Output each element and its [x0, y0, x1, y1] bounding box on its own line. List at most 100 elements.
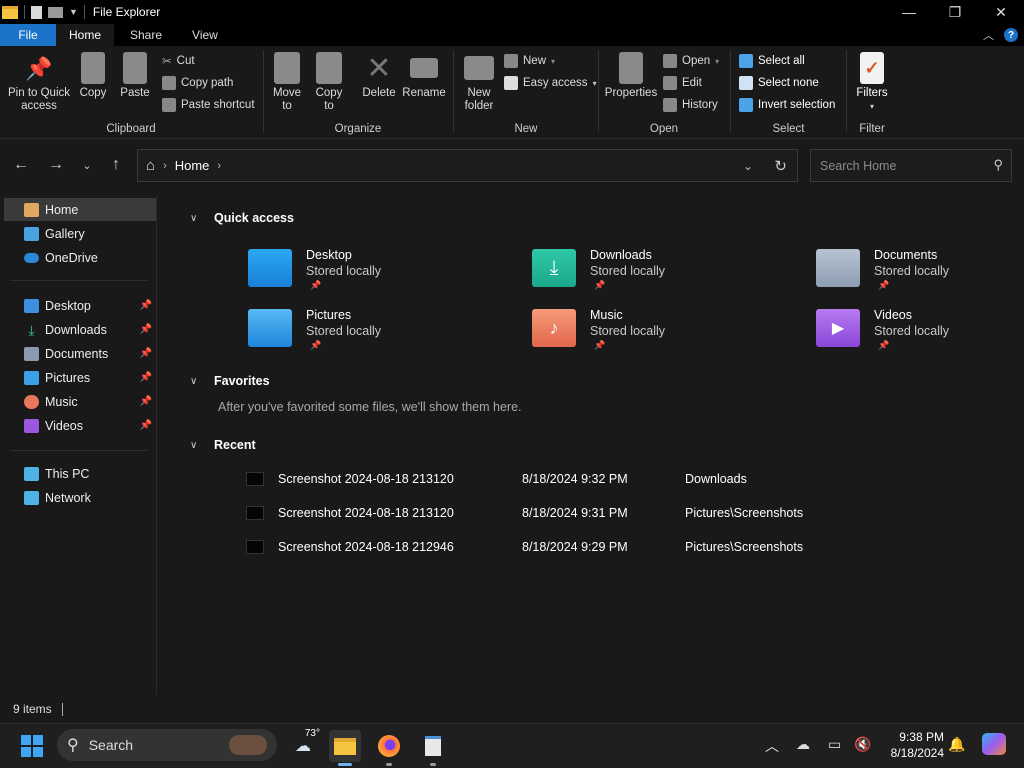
filters-button[interactable]: ✓ Filters ▾ [853, 52, 891, 113]
quick-access-header[interactable]: ∨ Quick access [190, 211, 294, 225]
copy-path-icon [162, 76, 176, 90]
copilot-icon[interactable] [982, 733, 1006, 755]
sidebar-item-pictures[interactable]: Pictures 📌 [4, 366, 156, 389]
cut-button[interactable]: ✂ Cut [162, 52, 195, 70]
properties-qat-icon[interactable] [31, 5, 42, 19]
taskbar-notepad[interactable] [417, 730, 449, 766]
new-item-button[interactable]: New ▾ [504, 52, 555, 70]
recent-file-row[interactable]: Screenshot 2024-08-18 212946 8/18/2024 9… [246, 535, 886, 559]
back-arrow-icon[interactable]: ← [9, 153, 33, 177]
start-windows-icon[interactable] [16, 730, 48, 762]
network-display-icon[interactable]: ▭ [828, 736, 841, 753]
collapse-chevron-icon[interactable]: ∨ [190, 213, 200, 224]
move-to-button[interactable]: Move to [270, 52, 304, 113]
quick-access-desktop[interactable]: Desktop Stored locally 📌 [248, 247, 508, 297]
recent-locations-chevron-icon[interactable]: ⌄ [75, 153, 99, 177]
rename-button[interactable]: Rename [402, 52, 446, 100]
sidebar-item-downloads[interactable]: ⤓ Downloads 📌 [4, 318, 156, 341]
invert-selection-button[interactable]: Invert selection [739, 96, 835, 114]
copy-button[interactable]: Copy [76, 52, 110, 100]
close-button[interactable]: ✕ [978, 0, 1024, 24]
taskbar-file-explorer[interactable] [329, 730, 361, 766]
clock[interactable]: 9:38 PM 8/18/2024 [880, 729, 944, 761]
taskbar-search[interactable]: ⚲ Search [57, 729, 277, 761]
sidebar-item-this-pc[interactable]: This PC [4, 462, 156, 485]
sidebar-item-desktop[interactable]: Desktop 📌 [4, 294, 156, 317]
onedrive-offline-icon[interactable]: ☁ [796, 736, 810, 753]
sidebar-item-network[interactable]: Network [4, 486, 156, 509]
collapse-chevron-icon[interactable]: ∨ [190, 440, 200, 451]
quick-access-music[interactable]: ♪ Music Stored locally 📌 [532, 307, 792, 357]
sidebar-item-onedrive[interactable]: OneDrive [4, 246, 156, 269]
taskbar-firefox[interactable] [373, 730, 405, 766]
pictures-folder-icon [248, 309, 292, 347]
forward-arrow-icon[interactable]: → [44, 153, 68, 177]
image-thumbnail-icon [246, 506, 264, 520]
address-dropdown-icon[interactable]: ⌄ [743, 159, 753, 173]
copy-to-button[interactable]: Copy to [312, 52, 346, 113]
pin-icon[interactable]: 📌 [140, 348, 152, 359]
tab-view[interactable]: View [178, 24, 232, 46]
favorites-header[interactable]: ∨ Favorites [190, 374, 270, 388]
sidebar-item-home[interactable]: Home [4, 198, 156, 221]
pin-icon[interactable]: 📌 [140, 420, 152, 431]
scissors-icon: ✂ [162, 56, 172, 68]
quick-access-documents[interactable]: Documents Stored locally 📌 [816, 247, 1024, 297]
sidebar-item-gallery[interactable]: Gallery [4, 222, 156, 245]
tab-share[interactable]: Share [114, 24, 178, 46]
address-bar[interactable]: ⌂ › Home › ⌄ ↻ [137, 149, 798, 182]
ribbon-collapse-icon[interactable]: ︿ [983, 27, 994, 43]
sidebar-item-videos[interactable]: Videos 📌 [4, 414, 156, 437]
delete-button[interactable]: ✕ Delete [360, 52, 398, 100]
recent-file-row[interactable]: Screenshot 2024-08-18 213120 8/18/2024 9… [246, 501, 886, 525]
show-hidden-icons-chevron[interactable]: ︿ [765, 736, 779, 756]
pin-icon[interactable]: 📌 [140, 372, 152, 383]
notification-bell-icon[interactable]: 🔔 [948, 736, 965, 753]
properties-icon [619, 52, 643, 84]
recent-file-row[interactable]: Screenshot 2024-08-18 213120 8/18/2024 9… [246, 467, 886, 491]
history-button[interactable]: History [663, 96, 718, 114]
folder-icon [334, 737, 356, 755]
recent-header[interactable]: ∨ Recent [190, 438, 256, 452]
image-thumbnail-icon [246, 472, 264, 486]
volume-muted-icon[interactable]: 🔇 [854, 736, 871, 753]
open-button[interactable]: Open ▾ [663, 52, 719, 70]
select-all-button[interactable]: Select all [739, 52, 805, 70]
pin-icon[interactable]: 📌 [140, 324, 152, 335]
sidebar-item-documents[interactable]: Documents 📌 [4, 342, 156, 365]
pin-to-quick-access-button[interactable]: 📌 Pin to Quick access [6, 52, 72, 113]
quick-access-pictures[interactable]: Pictures Stored locally 📌 [248, 307, 508, 357]
refresh-icon[interactable]: ↻ [774, 157, 787, 175]
new-folder-qat-icon[interactable] [48, 6, 63, 18]
minimize-button[interactable]: — [886, 0, 932, 24]
paste-shortcut-button[interactable]: Paste shortcut [162, 96, 255, 114]
breadcrumb-home[interactable]: Home [175, 158, 210, 173]
pin-icon[interactable]: 📌 [140, 300, 152, 311]
home-icon [24, 202, 39, 217]
sidebar-item-music[interactable]: Music 📌 [4, 390, 156, 413]
collapse-chevron-icon[interactable]: ∨ [190, 376, 200, 387]
up-arrow-icon[interactable]: ↑ [104, 153, 128, 177]
help-icon[interactable]: ? [1004, 28, 1018, 42]
select-none-button[interactable]: Select none [739, 74, 819, 92]
easy-access-button[interactable]: Easy access ▾ [504, 74, 597, 92]
tab-file[interactable]: File [0, 24, 56, 46]
pictures-icon [24, 370, 39, 385]
properties-button[interactable]: Properties [603, 52, 659, 100]
easy-access-icon [504, 76, 518, 90]
paste-button[interactable]: Paste [118, 52, 152, 100]
file-explorer-window: ▼ File Explorer — ❐ ✕ File Home Share Vi… [0, 0, 1024, 723]
copy-path-button[interactable]: Copy path [162, 74, 233, 92]
qat-dropdown-icon[interactable]: ▼ [69, 7, 78, 17]
quick-access-downloads[interactable]: ⤓ Downloads Stored locally 📌 [532, 247, 792, 297]
quick-access-videos[interactable]: ▶ Videos Stored locally 📌 [816, 307, 1024, 357]
desktop-icon [24, 298, 39, 313]
edit-button[interactable]: Edit [663, 74, 702, 92]
tab-home[interactable]: Home [56, 24, 114, 46]
new-folder-button[interactable]: New folder [460, 52, 498, 113]
pin-icon[interactable]: 📌 [140, 396, 152, 407]
maximize-button[interactable]: ❐ [932, 0, 978, 24]
filter-group: ✓ Filters ▾ Filter [847, 46, 897, 139]
weather-widget[interactable]: ☁ 73° [286, 728, 320, 762]
search-input[interactable]: Search Home ⚲ [810, 149, 1012, 182]
